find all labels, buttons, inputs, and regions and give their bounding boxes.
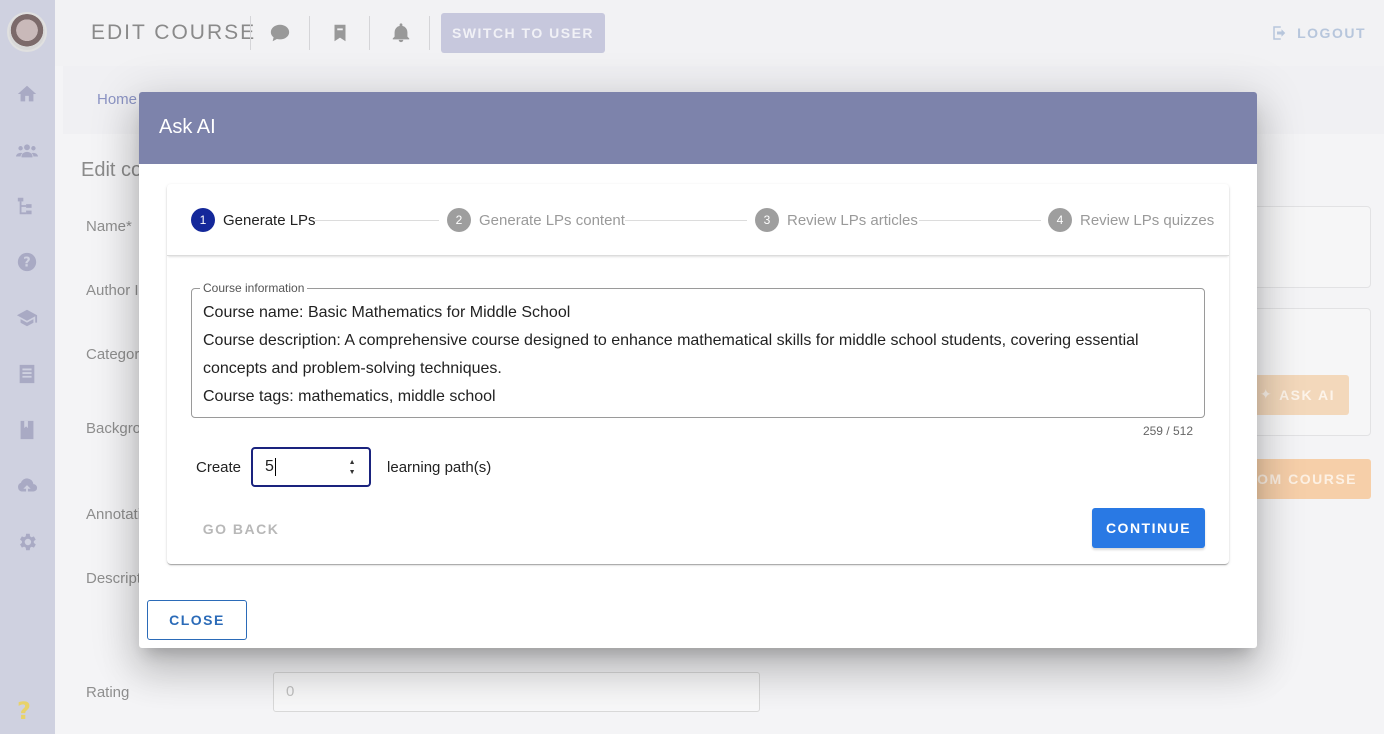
rating-field[interactable]: 0 <box>273 672 760 712</box>
number-stepper[interactable]: ▲ ▼ <box>346 459 358 477</box>
logout-label: LOGOUT <box>1297 25 1366 41</box>
stepper-card: 1 Generate LPs 2 Generate LPs content 3 … <box>167 184 1229 564</box>
course-information-textarea[interactable]: Course information Course name: Basic Ma… <box>191 281 1205 418</box>
close-button[interactable]: CLOSE <box>147 600 247 640</box>
ask-ai-dialog: Ask AI 1 Generate LPs 2 Generate LPs con… <box>139 92 1257 648</box>
step-review-lps-articles[interactable]: 3 Review LPs articles <box>755 208 918 232</box>
step-label: Generate LPs content <box>479 211 625 229</box>
background-label: Backgro <box>86 420 142 437</box>
step-label: Review LPs articles <box>787 211 918 229</box>
step-connector <box>315 220 439 221</box>
course-tags-line: Course tags: mathematics, middle school <box>203 388 496 405</box>
course-name-line: Course name: Basic Mathematics for Middl… <box>203 304 571 321</box>
bell-icon[interactable] <box>390 22 412 44</box>
decrement-icon[interactable]: ▼ <box>346 469 358 477</box>
breadcrumb-home-link[interactable]: Home <box>97 91 137 108</box>
from-course-button[interactable]: ROM COURSE <box>1245 459 1371 499</box>
go-back-button[interactable]: GO BACK <box>195 509 287 549</box>
create-label: Create <box>196 458 242 476</box>
step-connector <box>919 220 1041 221</box>
divider <box>369 16 370 50</box>
create-row: Create 5 ▲ ▼ learning path(s) <box>196 447 491 487</box>
annotation-label: Annotati <box>86 506 142 523</box>
step-review-lps-quizzes[interactable]: 4 Review LPs quizzes <box>1048 208 1214 232</box>
graduation-cap-icon[interactable] <box>16 307 38 329</box>
home-icon[interactable] <box>16 83 38 105</box>
name-label: Name* <box>86 218 132 235</box>
cloud-upload-icon[interactable] <box>16 475 38 497</box>
dialog-title: Ask AI <box>139 92 1257 164</box>
step-connector <box>625 220 747 221</box>
sidebar: ? ? <box>0 0 55 734</box>
course-description-line: Course description: A comprehensive cour… <box>203 332 1139 377</box>
step-label: Generate LPs <box>223 211 316 229</box>
divider <box>309 16 310 50</box>
page-title: EDIT COURSE <box>91 21 257 44</box>
help-question-icon[interactable]: ? <box>17 697 37 725</box>
step-number: 1 <box>191 208 215 232</box>
step-generate-lps[interactable]: 1 Generate LPs <box>191 208 316 232</box>
chat-icon[interactable] <box>269 22 291 44</box>
settings-icon[interactable] <box>16 531 38 553</box>
document-icon[interactable] <box>16 363 38 385</box>
category-label: Category <box>86 346 147 363</box>
divider <box>429 16 430 50</box>
divider <box>250 16 251 50</box>
logout-button[interactable]: LOGOUT <box>1271 24 1366 42</box>
bookmark-book-icon[interactable] <box>16 419 38 441</box>
learning-paths-count-input[interactable]: 5 ▲ ▼ <box>251 447 372 487</box>
step-generate-lps-content[interactable]: 2 Generate LPs content <box>447 208 625 232</box>
users-icon[interactable] <box>16 140 38 162</box>
top-bar: EDIT COURSE SWITCH TO USER LOGOUT <box>55 0 1384 66</box>
magic-wand-icon: ✦ <box>1259 387 1274 403</box>
author-label: Author II <box>86 282 143 299</box>
count-value: 5 <box>265 458 274 475</box>
form-heading: Edit co <box>81 159 143 181</box>
character-counter: 259 / 512 <box>1142 424 1193 438</box>
background-panel <box>1240 308 1371 436</box>
background-panel <box>1240 206 1371 288</box>
step-label: Review LPs quizzes <box>1080 211 1215 229</box>
description-label: Descript <box>86 570 142 587</box>
stepper-header: 1 Generate LPs 2 Generate LPs content 3 … <box>167 184 1229 256</box>
text-cursor <box>274 458 276 476</box>
course-information-text: Course name: Basic Mathematics for Middl… <box>203 299 1174 411</box>
logo-avatar[interactable] <box>7 12 47 52</box>
svg-text:?: ? <box>23 256 30 271</box>
continue-button[interactable]: CONTINUE <box>1092 508 1205 548</box>
course-information-legend: Course information <box>200 281 308 295</box>
switch-to-user-button[interactable]: SWITCH TO USER <box>441 13 605 53</box>
logout-icon <box>1273 26 1286 40</box>
rating-label: Rating <box>86 684 130 701</box>
learning-paths-suffix: learning path(s) <box>387 458 492 476</box>
bookmark-icon[interactable] <box>329 22 351 44</box>
help-icon[interactable]: ? <box>16 251 38 273</box>
step-number: 2 <box>447 208 471 232</box>
increment-icon[interactable]: ▲ <box>346 459 358 467</box>
ask-ai-label: ASK AI <box>1279 387 1335 403</box>
ask-ai-button[interactable]: ✦ ASK AI <box>1251 375 1349 415</box>
hierarchy-icon[interactable] <box>16 195 38 217</box>
step-number: 4 <box>1048 208 1072 232</box>
step-number: 3 <box>755 208 779 232</box>
